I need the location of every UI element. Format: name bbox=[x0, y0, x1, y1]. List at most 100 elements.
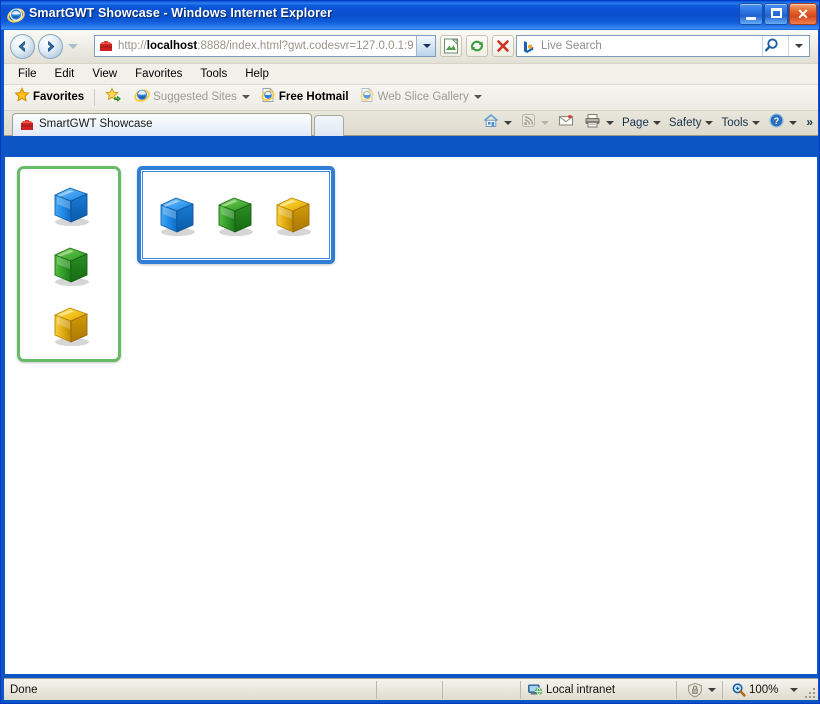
new-tab-button[interactable] bbox=[314, 115, 344, 136]
browser-window: SmartGWT Showcase - Windows Internet Exp… bbox=[0, 0, 820, 704]
forward-arrow-icon bbox=[48, 41, 55, 52]
search-go-button[interactable] bbox=[762, 36, 787, 56]
search-icon bbox=[765, 38, 778, 52]
status-separator bbox=[676, 681, 677, 699]
security-zone-label: Local intranet bbox=[546, 684, 616, 696]
compatibility-view-icon bbox=[444, 38, 458, 54]
page-content bbox=[5, 157, 817, 674]
stop-icon bbox=[497, 40, 509, 52]
print-button[interactable] bbox=[579, 112, 618, 135]
search-box[interactable]: Live Search bbox=[516, 35, 810, 57]
close-button[interactable]: ✕ bbox=[789, 3, 817, 25]
menu-item-help[interactable]: Help bbox=[236, 64, 278, 84]
safety-menu-button[interactable]: Safety bbox=[665, 112, 718, 135]
minimize-icon bbox=[746, 17, 756, 20]
search-placeholder: Live Search bbox=[541, 40, 602, 52]
read-mail-button[interactable] bbox=[553, 112, 579, 135]
tab-bar: SmartGWT Showcase Page Safety Tools ? » bbox=[4, 111, 818, 136]
status-separator bbox=[520, 681, 521, 699]
back-button[interactable] bbox=[10, 34, 35, 59]
status-text: Done bbox=[10, 684, 38, 696]
horizontal-stack-panel[interactable] bbox=[137, 166, 335, 264]
chevron-down-icon[interactable] bbox=[241, 94, 250, 99]
protected-mode-dropdown-button[interactable] bbox=[708, 688, 716, 692]
tools-menu-button[interactable]: Tools bbox=[717, 112, 764, 135]
menu-item-file[interactable]: File bbox=[9, 64, 46, 84]
tab-smartgwt-showcase[interactable]: SmartGWT Showcase bbox=[12, 113, 312, 136]
chevron-down-icon[interactable] bbox=[605, 120, 614, 125]
search-options-button[interactable] bbox=[788, 36, 809, 56]
favorites-item-suggested-sites[interactable]: Suggested Sites bbox=[129, 85, 255, 110]
chevron-down-icon[interactable] bbox=[473, 94, 482, 99]
chevron-down-icon[interactable] bbox=[540, 120, 549, 125]
chevron-down-icon[interactable] bbox=[789, 120, 798, 125]
window-title: SmartGWT Showcase - Windows Internet Exp… bbox=[29, 6, 333, 20]
ie-icon bbox=[134, 87, 150, 113]
page-menu-label: Page bbox=[621, 117, 649, 129]
svg-text:?: ? bbox=[774, 116, 780, 126]
refresh-icon bbox=[470, 40, 484, 52]
blue-cube-icon[interactable] bbox=[153, 192, 201, 240]
chevron-down-icon[interactable] bbox=[503, 120, 512, 125]
window-controls: ✕ bbox=[738, 3, 817, 26]
favorites-item-web-slice-gallery[interactable]: Web Slice Gallery bbox=[354, 85, 487, 110]
menu-item-view[interactable]: View bbox=[83, 64, 126, 84]
favorites-center-button[interactable]: Favorites bbox=[9, 85, 89, 110]
intranet-icon bbox=[527, 682, 543, 701]
printer-icon bbox=[583, 112, 602, 138]
command-bar-overflow-button[interactable]: » bbox=[801, 112, 816, 135]
feeds-button[interactable] bbox=[516, 112, 553, 135]
maximize-button[interactable] bbox=[764, 3, 788, 25]
refresh-button[interactable] bbox=[466, 35, 488, 57]
blue-cube-icon[interactable] bbox=[47, 182, 95, 230]
vertical-stack-inner bbox=[22, 171, 116, 357]
favorites-item-free-hotmail[interactable]: Free Hotmail bbox=[255, 85, 354, 110]
ie-page-icon bbox=[359, 87, 375, 113]
chevron-down-icon bbox=[423, 44, 431, 48]
favorites-separator bbox=[94, 89, 96, 106]
forward-button[interactable] bbox=[38, 34, 63, 59]
zoom-dropdown-button[interactable] bbox=[790, 688, 798, 692]
vertical-stack-panel[interactable] bbox=[17, 166, 121, 362]
help-menu-button[interactable]: ? bbox=[764, 112, 801, 135]
toolbox-icon bbox=[19, 117, 35, 133]
menu-bar: File Edit View Favorites Tools Help bbox=[4, 64, 818, 85]
gold-cube-icon[interactable] bbox=[47, 302, 95, 350]
stop-button[interactable] bbox=[492, 35, 514, 57]
lock-icon bbox=[686, 682, 704, 701]
page-menu-button[interactable]: Page bbox=[618, 112, 665, 135]
address-bar[interactable]: http://localhost:8888/index.html?gwt.cod… bbox=[94, 35, 436, 57]
navigation-bar: http://localhost:8888/index.html?gwt.cod… bbox=[4, 30, 818, 64]
home-button[interactable] bbox=[478, 112, 516, 135]
minimize-button[interactable] bbox=[739, 3, 763, 25]
resize-grip[interactable] bbox=[803, 686, 815, 698]
home-icon bbox=[482, 112, 500, 138]
status-separator bbox=[722, 681, 723, 699]
title-bar: SmartGWT Showcase - Windows Internet Exp… bbox=[1, 1, 819, 30]
maximize-icon bbox=[771, 8, 782, 18]
menu-item-favorites[interactable]: Favorites bbox=[126, 64, 191, 84]
back-arrow-icon bbox=[18, 41, 25, 52]
status-separator bbox=[376, 681, 377, 699]
favorites-item-label: Free Hotmail bbox=[278, 91, 349, 103]
green-cube-icon[interactable] bbox=[211, 192, 259, 240]
tools-menu-label: Tools bbox=[721, 117, 749, 129]
recent-pages-button[interactable] bbox=[68, 44, 78, 49]
menu-item-tools[interactable]: Tools bbox=[191, 64, 236, 84]
tab-label: SmartGWT Showcase bbox=[39, 118, 153, 130]
ie-page-icon bbox=[260, 87, 276, 113]
gold-cube-icon[interactable] bbox=[269, 192, 317, 240]
address-dropdown-button[interactable] bbox=[416, 36, 435, 56]
close-icon: ✕ bbox=[797, 6, 809, 22]
chevron-down-icon bbox=[752, 120, 761, 125]
compatibility-view-button[interactable] bbox=[440, 35, 462, 57]
safety-menu-label: Safety bbox=[668, 117, 702, 129]
rss-feed-icon bbox=[520, 112, 537, 138]
bing-icon bbox=[521, 39, 536, 54]
status-separator bbox=[442, 681, 443, 699]
add-to-favorites-bar-button[interactable] bbox=[100, 85, 129, 110]
green-cube-icon[interactable] bbox=[47, 242, 95, 290]
status-bar: Done Local intranet 100% bbox=[4, 678, 818, 700]
favorites-item-label: Web Slice Gallery bbox=[377, 91, 469, 103]
menu-item-edit[interactable]: Edit bbox=[46, 64, 84, 84]
